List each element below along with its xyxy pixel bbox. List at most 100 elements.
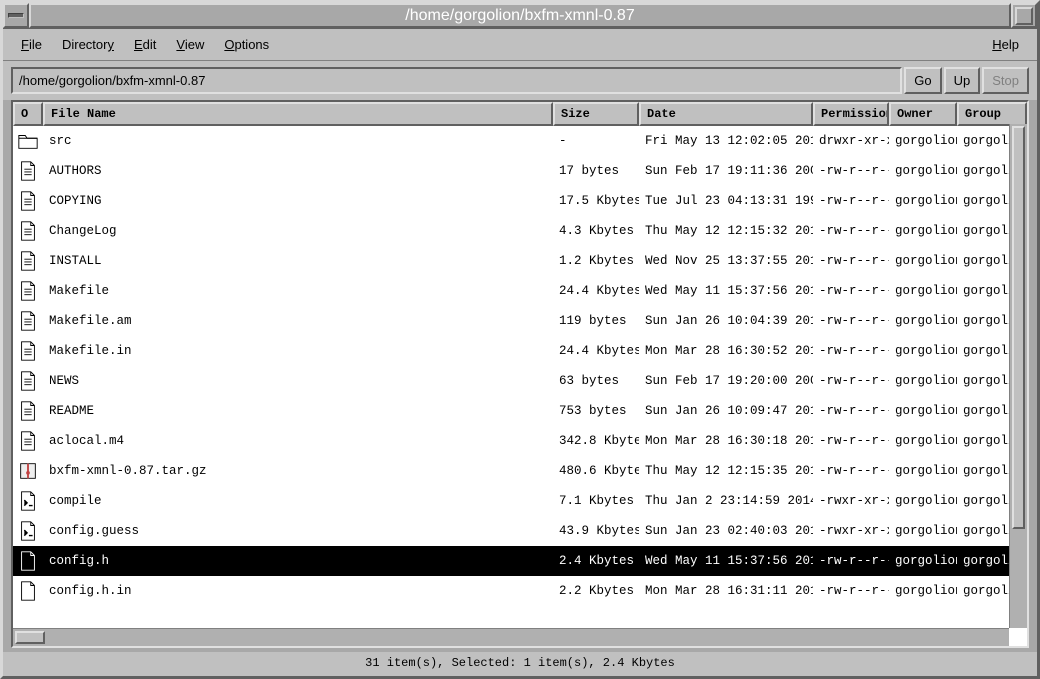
up-button[interactable]: Up [944,67,981,94]
toolbar: Go Up Stop [3,61,1037,100]
table-row[interactable]: Makefile.am119 bytesSun Jan 26 10:04:39 … [13,306,1027,336]
file-name: COPYING [43,192,553,210]
file-name: compile [43,492,553,510]
file-date: Wed Nov 25 13:37:55 2015 [639,252,813,270]
file-area: O File Name Size Date Permission Owner G… [11,100,1029,648]
file-size: 753 bytes [553,402,639,420]
table-row[interactable]: COPYING17.5 KbytesTue Jul 23 04:13:31 19… [13,186,1027,216]
menu-options[interactable]: Options [214,33,279,56]
table-row[interactable]: src-Fri May 13 12:02:05 2016drwxr-xr-xgo… [13,126,1027,156]
window-maximize-button[interactable] [1011,3,1037,28]
table-row[interactable]: ChangeLog4.3 KbytesThu May 12 12:15:32 2… [13,216,1027,246]
folder-icon [13,130,43,152]
vertical-scrollbar-thumb[interactable] [1012,126,1025,529]
file-icon [13,580,43,602]
horizontal-scrollbar-thumb[interactable] [15,631,45,644]
table-row[interactable]: INSTALL1.2 KbytesWed Nov 25 13:37:55 201… [13,246,1027,276]
text-icon [13,370,43,392]
table-row[interactable]: Makefile.in24.4 KbytesMon Mar 28 16:30:5… [13,336,1027,366]
file-owner: gorgolion [889,162,957,180]
file-size: 63 bytes [553,372,639,390]
file-date: Wed May 11 15:37:56 2016 [639,282,813,300]
menu-directory[interactable]: Directory [52,33,124,56]
file-name: Makefile [43,282,553,300]
file-name: config.h.in [43,582,553,600]
table-row[interactable]: config.h.in2.2 KbytesMon Mar 28 16:31:11… [13,576,1027,606]
table-row[interactable]: README753 bytesSun Jan 26 10:09:47 2014-… [13,396,1027,426]
go-button[interactable]: Go [904,67,941,94]
file-icon [13,550,43,572]
file-owner: gorgolion [889,132,957,150]
file-permission: -rw-r--r-- [813,402,889,420]
file-date: Mon Mar 28 16:30:18 2016 [639,432,813,450]
script-icon [13,520,43,542]
window-minimize-button[interactable] [3,3,29,28]
file-name: INSTALL [43,252,553,270]
header-owner[interactable]: Owner [889,102,957,126]
table-row[interactable]: AUTHORS17 bytesSun Feb 17 19:11:36 2008-… [13,156,1027,186]
file-date: Sun Feb 17 19:11:36 2008 [639,162,813,180]
file-permission: -rw-r--r-- [813,312,889,330]
text-icon [13,280,43,302]
file-owner: gorgolion [889,492,957,510]
table-row[interactable]: aclocal.m4342.8 KbyteMon Mar 28 16:30:18… [13,426,1027,456]
file-date: Wed May 11 15:37:56 2016 [639,552,813,570]
file-date: Sun Jan 26 10:04:39 2014 [639,312,813,330]
header-name[interactable]: File Name [43,102,553,126]
file-owner: gorgolion [889,552,957,570]
file-list[interactable]: src-Fri May 13 12:02:05 2016drwxr-xr-xgo… [13,126,1027,646]
file-permission: -rw-r--r-- [813,252,889,270]
header-size[interactable]: Size [553,102,639,126]
header-o[interactable]: O [13,102,43,126]
file-permission: -rw-r--r-- [813,462,889,480]
table-row[interactable]: bxfm-xmnl-0.87.tar.gz480.6 KbyteThu May … [13,456,1027,486]
file-size: 43.9 Kbytes [553,522,639,540]
file-owner: gorgolion [889,252,957,270]
menu-help[interactable]: Help [982,33,1029,56]
header-permission[interactable]: Permission [813,102,889,126]
script-icon [13,490,43,512]
path-input[interactable] [11,67,902,94]
file-permission: -rw-r--r-- [813,222,889,240]
file-owner: gorgolion [889,312,957,330]
file-owner: gorgolion [889,372,957,390]
menu-edit[interactable]: Edit [124,33,166,56]
file-name: AUTHORS [43,162,553,180]
text-icon [13,340,43,362]
table-row[interactable]: Makefile24.4 KbytesWed May 11 15:37:56 2… [13,276,1027,306]
text-icon [13,430,43,452]
file-name: src [43,132,553,150]
table-row[interactable]: config.guess43.9 KbytesSun Jan 23 02:40:… [13,516,1027,546]
menu-view[interactable]: View [166,33,214,56]
table-row[interactable]: NEWS63 bytesSun Feb 17 19:20:00 2008-rw-… [13,366,1027,396]
vertical-scrollbar[interactable] [1009,124,1027,628]
file-size: 24.4 Kbytes [553,342,639,360]
file-size: 2.2 Kbytes [553,582,639,600]
titlebar: /home/gorgolion/bxfm-xmnl-0.87 [3,3,1037,29]
file-size: 1.2 Kbytes [553,252,639,270]
table-row[interactable]: config.h2.4 KbytesWed May 11 15:37:56 20… [13,546,1027,576]
file-owner: gorgolion [889,432,957,450]
file-size: 4.3 Kbytes [553,222,639,240]
file-date: Thu Jan 2 23:14:59 2014 [639,492,813,510]
file-date: Sun Jan 23 02:40:03 2011 [639,522,813,540]
file-permission: -rw-r--r-- [813,282,889,300]
menu-file[interactable]: File [11,33,52,56]
file-permission: -rw-r--r-- [813,432,889,450]
text-icon [13,250,43,272]
header-date[interactable]: Date [639,102,813,126]
file-permission: -rw-r--r-- [813,162,889,180]
status-bar: 31 item(s), Selected: 1 item(s), 2.4 Kby… [3,652,1037,676]
menubar: File Directory Edit View Options Help [3,29,1037,61]
file-name: ChangeLog [43,222,553,240]
file-owner: gorgolion [889,282,957,300]
file-permission: -rw-r--r-- [813,342,889,360]
text-icon [13,220,43,242]
text-icon [13,400,43,422]
table-row[interactable]: compile7.1 KbytesThu Jan 2 23:14:59 2014… [13,486,1027,516]
file-owner: gorgolion [889,402,957,420]
horizontal-scrollbar[interactable] [13,628,1009,646]
header-group[interactable]: Group [957,102,1027,126]
file-permission: drwxr-xr-x [813,132,889,150]
file-permission: -rwxr-xr-x [813,492,889,510]
